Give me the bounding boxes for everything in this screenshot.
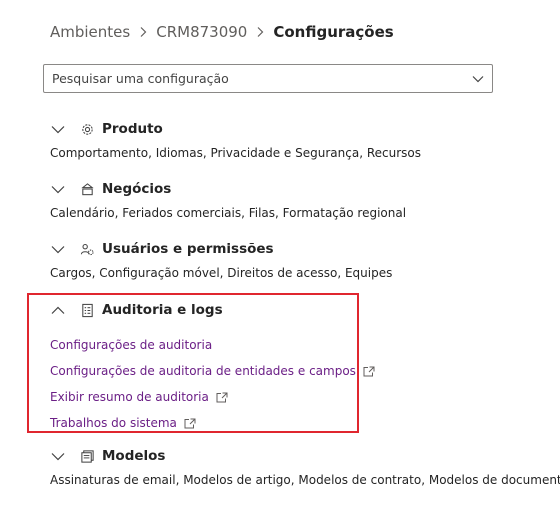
chevron-down-icon[interactable] — [472, 75, 484, 83]
section-description: Assinaturas de email, Modelos de artigo,… — [50, 473, 560, 487]
search-placeholder: Pesquisar uma configuração — [52, 71, 229, 86]
list-item: Configurações de auditoria de entidades … — [50, 358, 550, 384]
people-settings-icon — [79, 241, 95, 257]
list-item: Exibir resumo de auditoria — [50, 384, 550, 410]
section-description: Comportamento, Idiomas, Privacidade e Se… — [50, 146, 421, 160]
chevron-down-icon[interactable] — [50, 121, 66, 137]
breadcrumb-ambientes[interactable]: Ambientes — [50, 23, 130, 41]
section-auditoria-header[interactable]: Auditoria e logs — [50, 300, 550, 320]
section-title: Usuários e permissões — [102, 241, 274, 257]
chevron-right-icon — [138, 26, 148, 38]
business-icon — [79, 181, 95, 197]
section-title: Negócios — [102, 181, 172, 197]
link-exibir-resumo-auditoria[interactable]: Exibir resumo de auditoria — [50, 390, 209, 404]
section-title: Modelos — [102, 448, 166, 464]
open-in-new-window-icon[interactable] — [184, 418, 196, 429]
settings-search-combobox[interactable]: Pesquisar uma configuração — [43, 64, 493, 93]
section-produto-header[interactable]: Produto — [50, 119, 550, 139]
section-description: Calendário, Feriados comerciais, Filas, … — [50, 206, 407, 220]
page-title: Configurações — [273, 23, 394, 41]
chevron-down-icon[interactable] — [50, 241, 66, 257]
section-negocios-header[interactable]: Negócios — [50, 179, 550, 199]
chevron-down-icon[interactable] — [50, 181, 66, 197]
section-produto: Produto Comportamento, Idiomas, Privacid… — [50, 119, 550, 160]
section-usuarios-permissoes: Usuários e permissões Cargos, Configuraç… — [50, 239, 550, 280]
section-modelos: Modelos Assinaturas de email, Modelos de… — [50, 446, 560, 487]
audit-log-icon — [79, 302, 95, 318]
gear-icon — [79, 121, 95, 137]
section-negocios: Negócios Calendário, Feriados comerciais… — [50, 179, 550, 220]
section-auditoria-logs: Auditoria e logs Configurações de audito… — [50, 300, 550, 436]
chevron-down-icon[interactable] — [50, 448, 66, 464]
section-title: Auditoria e logs — [102, 302, 223, 318]
section-title: Produto — [102, 121, 163, 137]
link-trabalhos-sistema[interactable]: Trabalhos do sistema — [50, 416, 177, 430]
section-usuarios-header[interactable]: Usuários e permissões — [50, 239, 550, 259]
link-configuracoes-auditoria[interactable]: Configurações de auditoria — [50, 338, 212, 352]
open-in-new-window-icon[interactable] — [216, 392, 228, 403]
templates-icon — [79, 448, 95, 464]
open-in-new-window-icon[interactable] — [363, 366, 375, 377]
section-modelos-header[interactable]: Modelos — [50, 446, 550, 466]
chevron-right-icon — [255, 26, 265, 38]
breadcrumb-environment[interactable]: CRM873090 — [156, 23, 247, 41]
list-item: Trabalhos do sistema — [50, 410, 550, 436]
audit-links: Configurações de auditoria Configurações… — [50, 332, 550, 436]
list-item: Configurações de auditoria — [50, 332, 550, 358]
chevron-up-icon[interactable] — [50, 302, 66, 318]
section-description: Cargos, Configuração móvel, Direitos de … — [50, 266, 393, 280]
breadcrumb: Ambientes CRM873090 Configurações — [50, 20, 394, 44]
link-auditoria-entidades-campos[interactable]: Configurações de auditoria de entidades … — [50, 364, 356, 378]
